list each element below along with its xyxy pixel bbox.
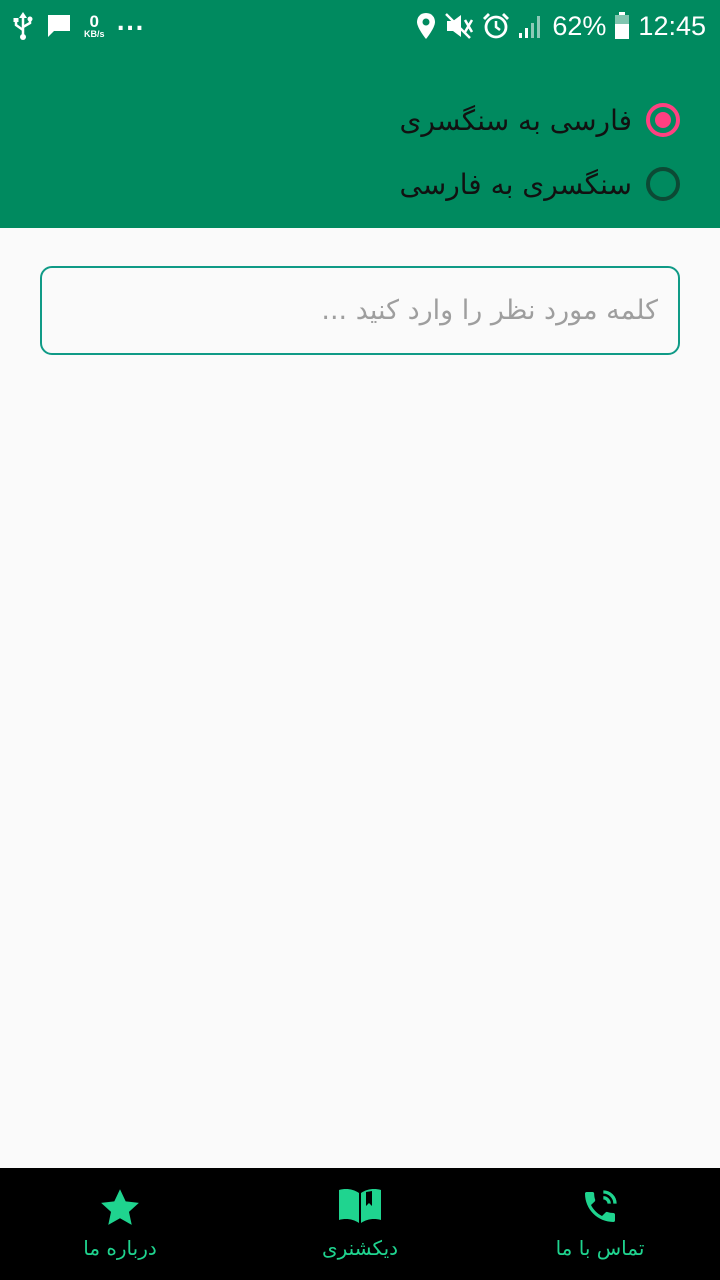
- battery-icon: [614, 12, 630, 40]
- alarm-icon: [482, 12, 510, 40]
- status-bar-right: 62% 12:45: [416, 8, 706, 44]
- nav-item-contact-us[interactable]: تماس با ما: [480, 1168, 720, 1280]
- usb-icon: [12, 12, 34, 40]
- radio-button-checked[interactable]: [646, 103, 680, 137]
- signal-icon: [518, 13, 544, 39]
- status-bar: 0 KB/s ... 62% 12:45: [0, 0, 720, 50]
- status-bar-left: 0 KB/s ...: [12, 8, 145, 44]
- radio-label: سنگسری به فارسی: [399, 167, 632, 201]
- nav-label-about-us: درباره ما: [83, 1236, 157, 1260]
- mute-icon: [444, 12, 474, 40]
- radio-button-unchecked[interactable]: [646, 167, 680, 201]
- battery-percent: 62%: [552, 10, 607, 41]
- search-input[interactable]: [42, 268, 678, 353]
- location-icon: [416, 13, 436, 39]
- nav-item-about-us[interactable]: درباره ما: [0, 1168, 240, 1280]
- network-speed-value: 0: [89, 12, 99, 31]
- radio-sangsari-to-persian[interactable]: سنگسری به فارسی: [399, 162, 680, 206]
- clock: 12:45: [638, 10, 706, 41]
- search-box: [40, 266, 680, 355]
- network-speed-unit: KB/s: [84, 29, 105, 39]
- bottom-navigation: درباره ما دیکشنری تماس با ما: [0, 1168, 720, 1280]
- nav-item-dictionary[interactable]: دیکشنری: [240, 1168, 480, 1280]
- network-speed: 0 KB/s: [84, 13, 105, 39]
- message-icon: [46, 13, 72, 39]
- nav-label-contact-us: تماس با ما: [555, 1236, 645, 1260]
- star-icon: [98, 1186, 142, 1230]
- radio-persian-to-sangsari[interactable]: فارسی به سنگسری: [399, 98, 680, 142]
- nav-label-dictionary: دیکشنری: [321, 1236, 399, 1260]
- book-icon: [337, 1186, 383, 1226]
- more-notifications: ...: [116, 10, 145, 36]
- radio-label: فارسی به سنگسری: [399, 103, 632, 137]
- direction-header: فارسی به سنگسری سنگسری به فارسی: [0, 50, 720, 228]
- phone-icon: [580, 1186, 620, 1228]
